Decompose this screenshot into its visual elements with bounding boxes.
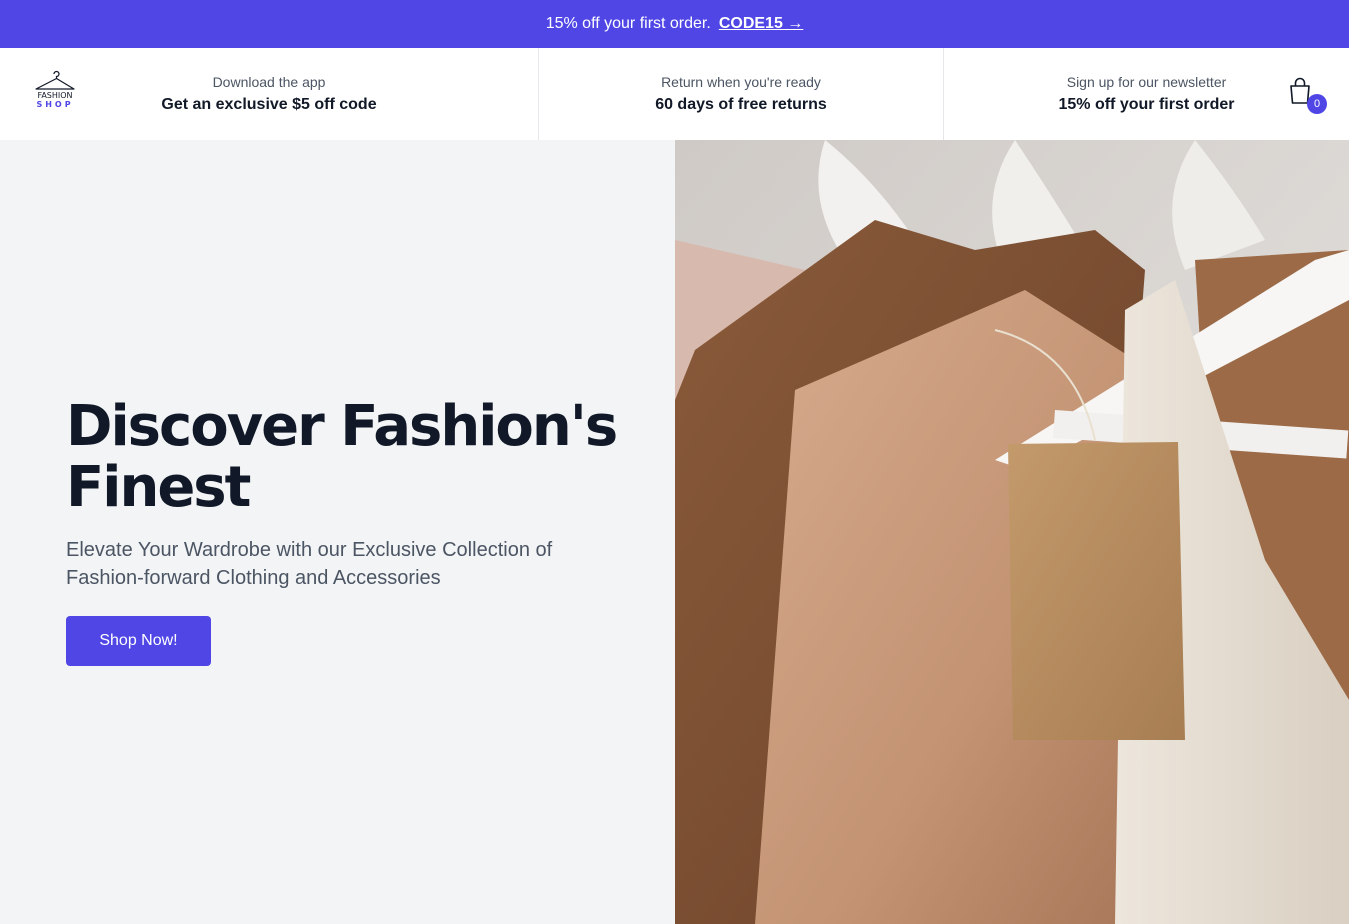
logo-line2: SHOP bbox=[36, 100, 73, 109]
cart-button[interactable]: 0 bbox=[1285, 76, 1327, 114]
announcement-text: 15% off your first order. bbox=[545, 15, 711, 32]
hero-content: Discover Fashion's Finest Elevate Your W… bbox=[0, 140, 675, 924]
promo-code-link[interactable]: CODE15 → bbox=[719, 15, 803, 33]
shop-now-button[interactable]: Shop Now! bbox=[66, 616, 211, 666]
perk-returns: Return when you're ready 60 days of free… bbox=[539, 48, 944, 140]
logo-line1: FASHION bbox=[37, 91, 72, 100]
clothing-rack-image bbox=[675, 140, 1349, 924]
hero-image bbox=[675, 140, 1349, 924]
perk-sub: Download the app bbox=[212, 74, 326, 90]
perk-main: 15% off your first order bbox=[1058, 96, 1235, 113]
perk-app-download: Download the app Get an exclusive $5 off… bbox=[0, 48, 539, 140]
announcement-bar: 15% off your first order. CODE15 → bbox=[0, 0, 1349, 48]
hanger-logo-icon: FASHION SHOP bbox=[35, 70, 75, 109]
hero-title: Discover Fashion's Finest bbox=[66, 394, 618, 520]
perk-main: 60 days of free returns bbox=[655, 96, 827, 113]
cart-count-badge: 0 bbox=[1307, 94, 1327, 114]
hero-section: Discover Fashion's Finest Elevate Your W… bbox=[0, 140, 1349, 924]
perk-sub: Return when you're ready bbox=[661, 74, 821, 90]
fashion-shop-logo[interactable]: FASHION SHOP bbox=[32, 70, 78, 114]
perk-main: Get an exclusive $5 off code bbox=[161, 96, 377, 113]
header: FASHION SHOP Download the app Get an exc… bbox=[0, 48, 1349, 140]
hero-subtitle: Elevate Your Wardrobe with our Exclusive… bbox=[66, 539, 553, 589]
perk-sub: Sign up for our newsletter bbox=[1066, 74, 1227, 90]
